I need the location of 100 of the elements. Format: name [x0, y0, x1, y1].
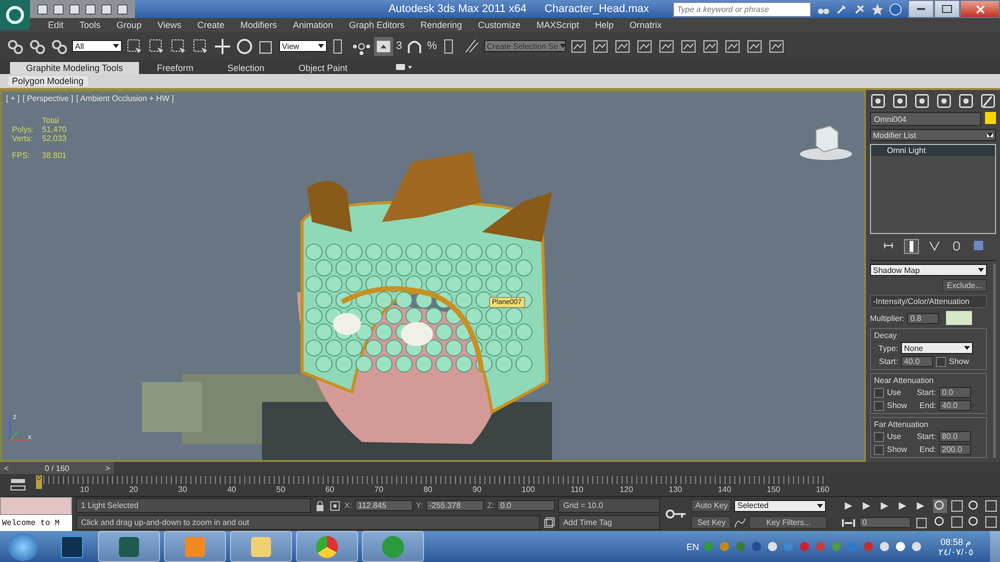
menu-item[interactable]: Modifiers [232, 20, 285, 30]
time-slider-thumb[interactable]: < 0 / 160 > [0, 462, 114, 474]
language-indicator[interactable]: EN [686, 542, 699, 552]
tray-icon[interactable] [767, 541, 778, 552]
clock[interactable]: 08:58 م ٢٤/٠٧/٠٥ [926, 536, 986, 556]
decay-start-spinner[interactable]: 40.0 [901, 356, 933, 367]
frame-label: 80 [423, 485, 434, 494]
coordinate-field[interactable]: 0.0 [497, 500, 556, 511]
percent-snap-toggle[interactable]: % [427, 40, 437, 52]
close-icon [976, 4, 984, 14]
current-frame-field[interactable]: 0 [859, 517, 912, 528]
checkbox[interactable] [874, 388, 884, 398]
stat-value: 52,033 [42, 134, 66, 143]
search-field[interactable]: Type a keyword or phrase [673, 2, 811, 16]
coordinate-field[interactable]: 112.845 [354, 500, 413, 511]
maxscript-listener-output[interactable]: Welcome to M [0, 515, 72, 531]
menu-item[interactable]: Graph Editors [340, 20, 412, 30]
star-icon[interactable] [871, 2, 884, 16]
viewport-label[interactable]: [ + ] [6, 94, 20, 103]
coordinate-label: Z: [487, 501, 494, 510]
tray-icon[interactable] [879, 541, 890, 552]
rotate-icon[interactable] [235, 36, 254, 56]
group-title: Far Attenuation [874, 420, 930, 429]
app-title: Autodesk 3ds Max 2011 x64 [388, 3, 526, 15]
ribbon-tab[interactable]: Freeform [140, 62, 210, 74]
multiplier-spinner[interactable]: 0.8 [907, 312, 940, 324]
maxscript-listener-field[interactable] [0, 497, 72, 515]
time-tag-icon[interactable] [543, 516, 556, 528]
menu-item[interactable]: Customize [470, 20, 529, 30]
checkbox-label: Show [887, 445, 908, 454]
tangent-curve-icon[interactable] [734, 516, 746, 528]
exclude-button[interactable]: Exclude... [942, 279, 987, 292]
clock-time: 08:58 م [940, 536, 972, 546]
menu-item[interactable]: Group [108, 20, 150, 30]
menu-item[interactable]: MAXScript [528, 20, 588, 30]
shadow-type-dropdown[interactable]: Shadow Map [870, 264, 987, 276]
menu-item[interactable]: Help [587, 20, 622, 30]
ribbon-options-icon[interactable] [395, 63, 414, 71]
auto-key-button[interactable]: Auto Key [691, 499, 732, 512]
end-label: End: [918, 401, 936, 410]
ribbon-panel-tab[interactable]: Polygon Modeling [8, 76, 88, 86]
stat-value: 38.801 [42, 151, 66, 160]
move-icon[interactable] [213, 36, 232, 56]
stack-item[interactable]: Omni Light [871, 145, 995, 156]
checkbox[interactable] [874, 432, 884, 442]
reference-coordinate-dropdown[interactable]: View [279, 40, 327, 52]
browser-icon[interactable] [296, 531, 358, 562]
ribbon-tab[interactable]: Object Paint [282, 62, 364, 74]
menu-item[interactable]: Tools [72, 20, 109, 30]
next-frame-button[interactable]: > [101, 464, 114, 472]
start-spinner[interactable]: 0.0 [939, 387, 971, 398]
minimize-button[interactable] [908, 0, 934, 18]
key-filters-button[interactable]: Key Filters... [749, 516, 828, 529]
decay-type-dropdown[interactable]: None [901, 342, 973, 354]
menu-item[interactable]: Views [150, 20, 190, 30]
stat-label: Polys: [12, 125, 35, 134]
previous-frame-button[interactable]: < [0, 464, 13, 472]
menu-item[interactable]: Ornatrix [622, 20, 670, 30]
object-color-swatch[interactable] [985, 112, 996, 124]
frame-label: 110 [570, 485, 584, 494]
coordinate-field[interactable]: -255.378 [426, 500, 484, 511]
menu-item[interactable]: Edit [40, 20, 72, 30]
show-end-result-icon[interactable] [904, 239, 918, 254]
end-spinner[interactable]: 40.0 [939, 400, 971, 411]
checkbox[interactable] [874, 400, 884, 410]
light-color-swatch[interactable] [946, 311, 972, 325]
lock-icon[interactable] [314, 500, 326, 512]
selection-filter-dropdown[interactable]: All [72, 40, 122, 52]
ribbon-tab[interactable]: Selection [211, 62, 280, 74]
tray-icon[interactable] [895, 541, 906, 552]
checkbox[interactable] [936, 356, 946, 366]
viewport-label[interactable]: [ Ambient Occlusion + HW ] [76, 94, 174, 103]
coordinate-label: Y: [416, 501, 424, 510]
tray-icon[interactable] [911, 541, 922, 552]
ribbon-tab[interactable]: Graphite Modeling Tools [10, 62, 139, 74]
add-time-tag-button[interactable]: Add Time Tag [558, 515, 660, 530]
wrench-icon[interactable] [835, 2, 848, 16]
start-spinner[interactable]: 80.0 [939, 431, 971, 442]
viewport-label[interactable]: [ Perspective ] [22, 94, 74, 103]
grid-size: Grid = 10.0 [558, 498, 660, 513]
key-mode-dropdown[interactable]: Selected [734, 500, 826, 512]
close-button[interactable] [960, 0, 1000, 18]
app-logo-icon[interactable] [0, 0, 30, 30]
start-button[interactable] [8, 532, 38, 560]
set-key-button[interactable]: Set Key [691, 516, 732, 529]
start-label: Start: [916, 432, 936, 441]
modifier-list-dropdown[interactable]: Modifier List [870, 129, 996, 141]
decay-start-label: Start: [878, 357, 898, 366]
menu-item[interactable]: Rendering [412, 20, 470, 30]
checkbox[interactable] [874, 444, 884, 454]
group-title: Decay [874, 331, 898, 340]
maximize-button[interactable] [934, 0, 960, 18]
object-name-field[interactable]: Omni004 [870, 112, 981, 126]
snap-toggle[interactable]: 3 [396, 40, 402, 52]
end-spinner[interactable]: 200.0 [939, 444, 971, 455]
rollout-header[interactable]: -Intensity/Color/Attenuation [870, 295, 987, 308]
menu-item[interactable]: Animation [284, 20, 341, 30]
checkbox-label: Use [887, 388, 902, 397]
menu-item[interactable]: Create [189, 20, 232, 30]
time-slider-track[interactable]: < 0 / 160 > [0, 462, 1000, 474]
